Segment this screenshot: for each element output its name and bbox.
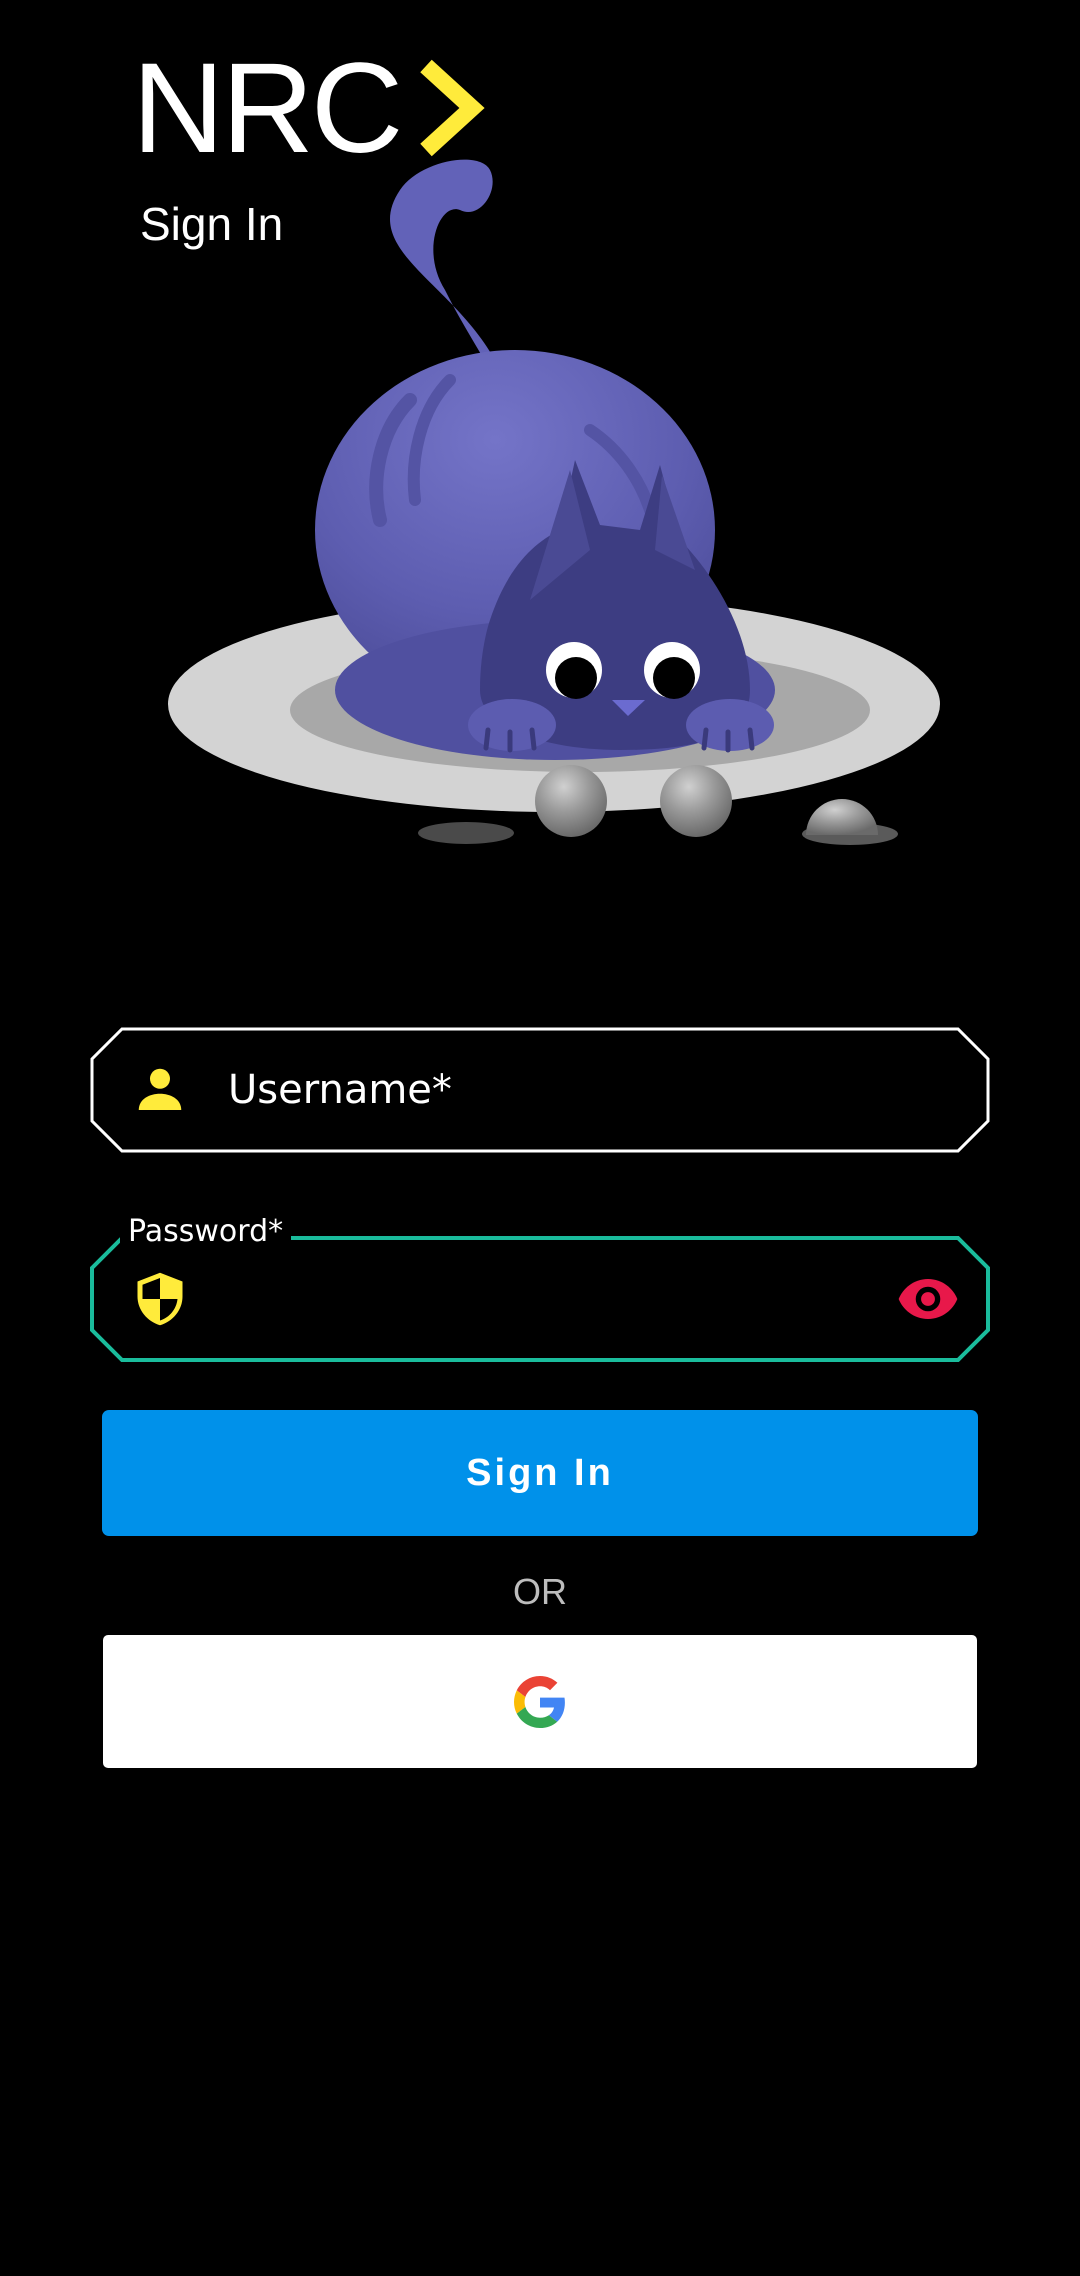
person-icon: [138, 1068, 182, 1110]
password-field[interactable]: Password*: [90, 1210, 990, 1362]
sign-in-button[interactable]: Sign In: [102, 1410, 978, 1536]
sign-in-button-label: Sign In: [466, 1451, 614, 1494]
google-icon: [514, 1675, 565, 1728]
username-field[interactable]: Username*: [90, 1027, 990, 1153]
shield-icon: [137, 1272, 183, 1326]
cat-illustration: [168, 159, 940, 845]
username-placeholder: Username*: [228, 1067, 452, 1113]
eye-icon[interactable]: [896, 1267, 960, 1331]
google-sign-in-button[interactable]: [103, 1635, 977, 1768]
username-field-outline: [90, 1027, 990, 1153]
password-field-outline: [90, 1236, 990, 1362]
or-divider: OR: [513, 1571, 567, 1612]
password-label: Password*: [120, 1210, 292, 1254]
